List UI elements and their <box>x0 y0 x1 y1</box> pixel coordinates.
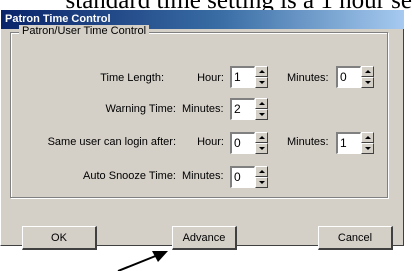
arrow-pointer-icon <box>117 251 168 271</box>
